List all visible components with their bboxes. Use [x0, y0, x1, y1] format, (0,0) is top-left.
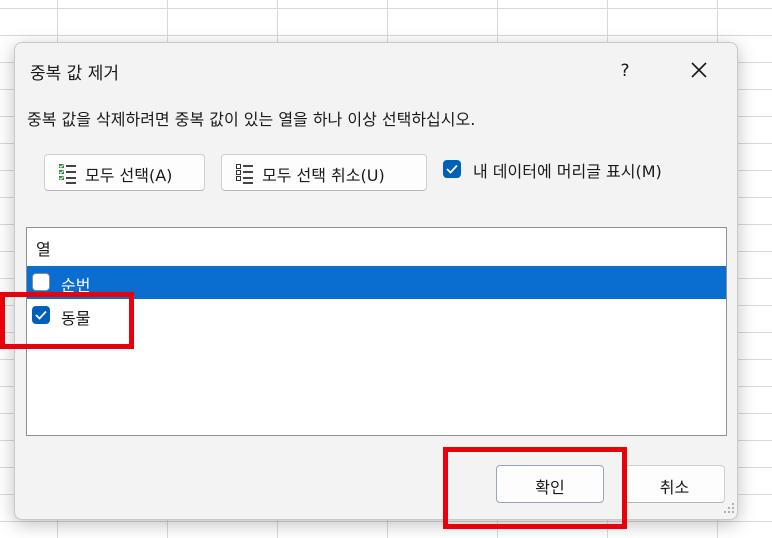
dialog-title-bar: 중복 값 제거 ?: [15, 43, 737, 95]
select-all-button[interactable]: 모두 선택(A): [44, 154, 205, 191]
remove-duplicates-dialog: 중복 값 제거 ? 중복 값을 삭제하려면 중복 값이 있는 열을 하나 이상 …: [14, 42, 738, 520]
instruction-text: 중복 값을 삭제하려면 중복 값이 있는 열을 하나 이상 선택하십시오.: [27, 110, 476, 129]
close-icon: [691, 62, 707, 78]
unselect-all-icon: [236, 164, 253, 184]
cancel-label: 취소: [659, 478, 690, 497]
cancel-button[interactable]: 취소: [624, 465, 725, 503]
headers-checkbox-box[interactable]: [443, 160, 461, 178]
close-button[interactable]: [679, 54, 719, 86]
annotation-box-ok: [443, 447, 627, 529]
resize-grip-icon[interactable]: [723, 502, 735, 514]
help-button[interactable]: ?: [610, 56, 640, 86]
select-all-label: 모두 선택(A): [85, 166, 173, 185]
unselect-all-button[interactable]: 모두 선택 취소(U): [221, 154, 427, 191]
headers-checkbox-label: 내 데이터에 머리글 표시(M): [473, 162, 662, 181]
column-checkbox[interactable]: [32, 273, 50, 291]
select-all-icon: [59, 164, 76, 184]
unselect-all-label: 모두 선택 취소(U): [262, 166, 385, 185]
columns-list-header: 열: [36, 240, 51, 259]
dialog-title: 중복 값 제거: [30, 64, 120, 84]
headers-checkbox[interactable]: 내 데이터에 머리글 표시(M): [443, 157, 723, 185]
checkmark-icon: [446, 164, 458, 174]
annotation-box-column: [0, 292, 134, 349]
